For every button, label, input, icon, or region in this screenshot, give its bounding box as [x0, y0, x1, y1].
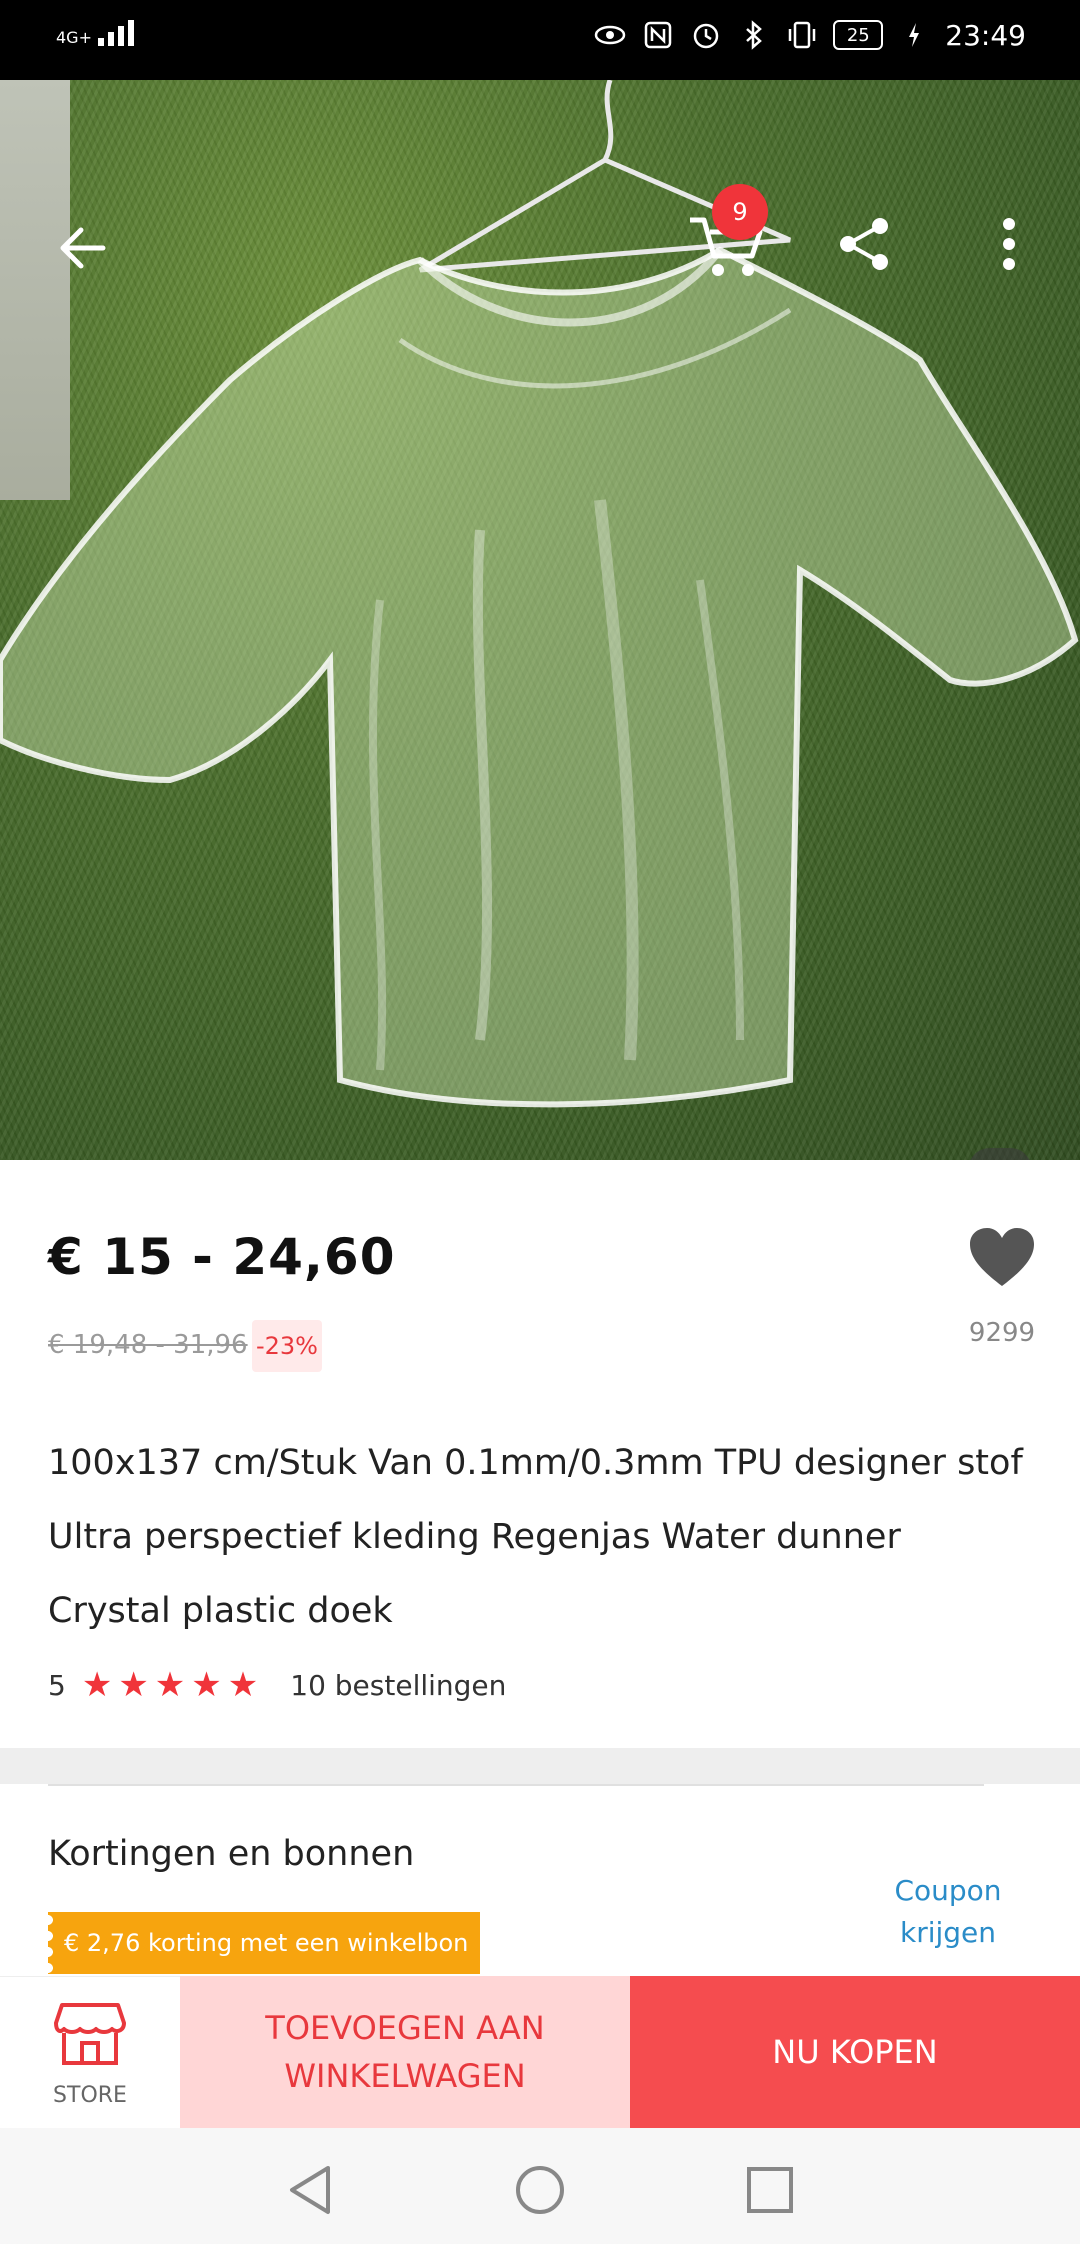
original-price: € 19,48 - 31,96 [48, 1330, 248, 1360]
rating-value: 5 [48, 1668, 66, 1702]
circle-home-icon [516, 2166, 564, 2214]
signal-indicator: 4G+ [56, 20, 134, 46]
star-icon: ★ [227, 1665, 259, 1705]
bottom-action-bar: STORE TOEVOEGEN AAN WINKELWAGEN NU KOPEN [0, 1976, 1080, 2128]
get-coupon-link[interactable]: Coupon krijgen [878, 1870, 1018, 1954]
store-icon [54, 2003, 126, 2065]
back-button[interactable] [54, 220, 110, 276]
charging-icon [897, 18, 931, 52]
system-navigation-bar [0, 2128, 1080, 2244]
arrow-left-icon [60, 227, 106, 269]
star-rating: ★ ★ ★ ★ ★ [82, 1668, 258, 1702]
clock: 23:49 [945, 18, 1026, 52]
bluetooth-icon [737, 18, 771, 52]
buy-now-label: NU KOPEN [772, 2033, 938, 2071]
product-photo-shirt [0, 80, 1079, 1108]
vibrate-icon [785, 18, 819, 52]
alarm-icon [689, 18, 723, 52]
product-price: € 15 - 24,60 [48, 1228, 396, 1286]
coupon-tag[interactable]: € 2,76 korting met een winkelbon [48, 1912, 480, 1974]
section-divider [0, 1748, 1080, 1784]
star-icon: ★ [154, 1665, 186, 1705]
buy-now-button[interactable]: NU KOPEN [630, 1976, 1080, 2128]
status-bar: 4G+ 25 23:49 [0, 0, 1080, 80]
battery-icon: 25 [833, 20, 884, 50]
eye-icon [593, 18, 627, 52]
nfc-icon [641, 18, 675, 52]
more-options-button[interactable] [994, 216, 1024, 272]
signal-icon [97, 20, 134, 46]
cart-count-badge: 9 [712, 184, 768, 240]
discounts-section-title: Kortingen en bonnen [48, 1834, 415, 1874]
star-icon: ★ [191, 1665, 222, 1705]
discount-badge: -23% [252, 1320, 322, 1372]
nav-recents-button[interactable] [744, 2164, 796, 2216]
rating-row[interactable]: 5 ★ ★ ★ ★ ★ 10 bestellingen [48, 1668, 506, 1702]
wishlist-count: 9299 [968, 1318, 1036, 1348]
store-button[interactable]: STORE [0, 1976, 180, 2128]
add-to-cart-label: TOEVOEGEN AAN WINKELWAGEN [265, 2009, 545, 2095]
star-icon: ★ [118, 1665, 149, 1705]
triangle-back-icon [290, 2166, 330, 2214]
share-icon [840, 218, 888, 270]
wishlist-button[interactable] [968, 1226, 1036, 1288]
nav-back-button[interactable] [284, 2164, 336, 2216]
share-button[interactable] [836, 216, 892, 272]
network-type: 4G+ [56, 28, 92, 47]
product-image[interactable]: 9 1/6 [0, 80, 1080, 1160]
add-to-cart-button[interactable]: TOEVOEGEN AAN WINKELWAGEN [180, 1976, 630, 2128]
store-label: STORE [53, 2083, 127, 2108]
square-recents-icon [747, 2167, 793, 2213]
product-title: 100x137 cm/Stuk Van 0.1mm/0.3mm TPU desi… [48, 1443, 1023, 1631]
heart-icon [970, 1228, 1034, 1286]
order-count: 10 bestellingen [290, 1668, 507, 1702]
nav-home-button[interactable] [514, 2164, 566, 2216]
star-icon: ★ [81, 1665, 113, 1705]
more-vertical-icon [1003, 218, 1015, 270]
